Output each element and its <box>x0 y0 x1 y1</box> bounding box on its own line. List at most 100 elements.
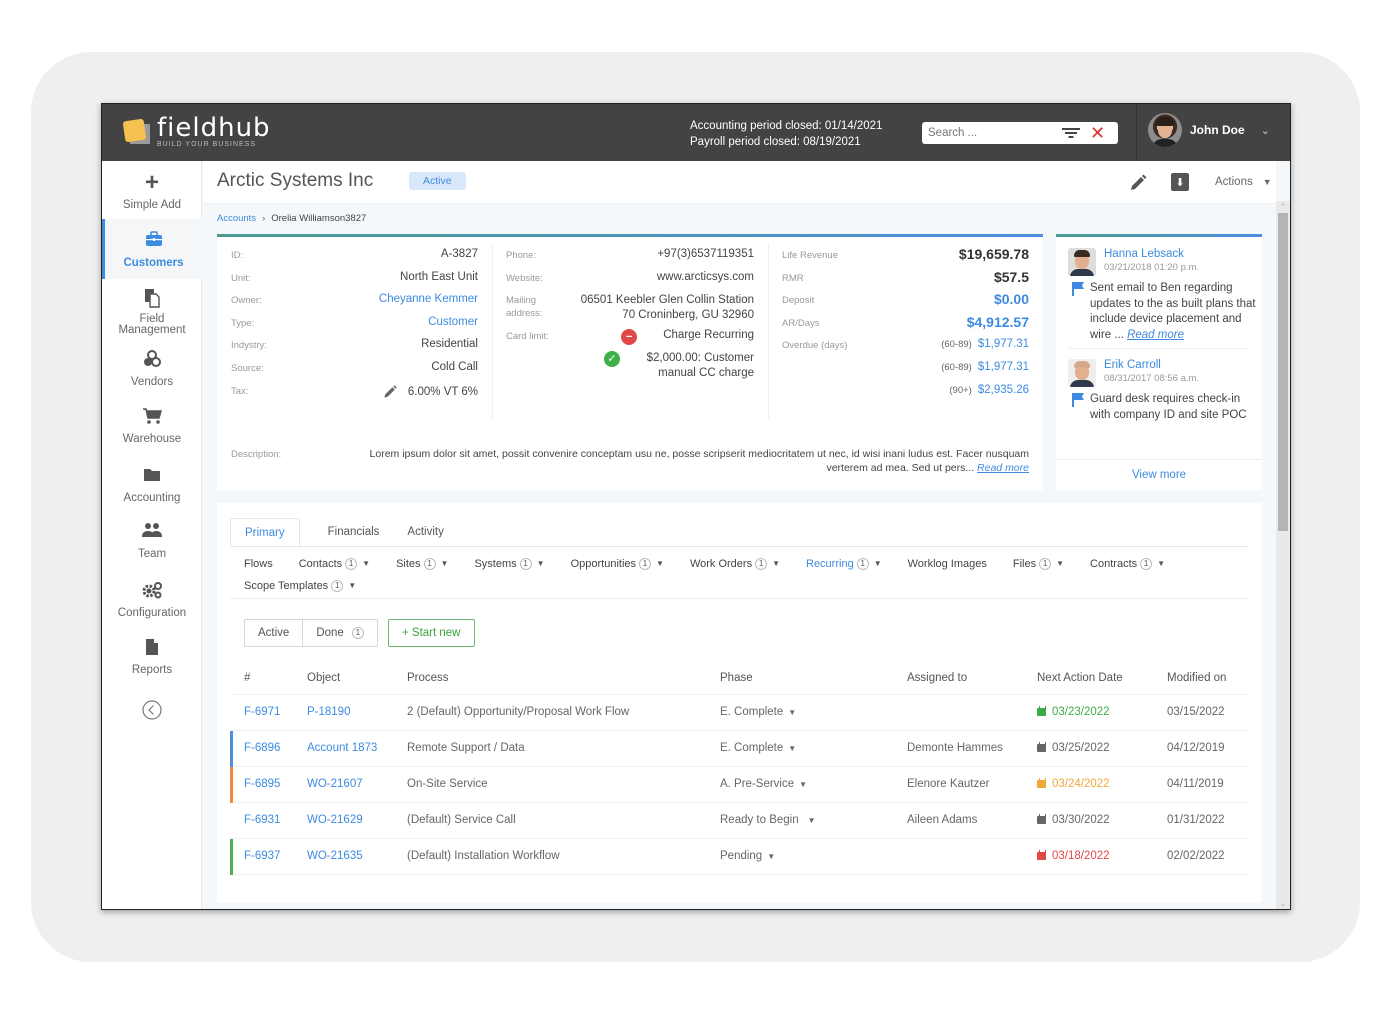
column-header[interactable]: Assigned to <box>907 672 967 684</box>
account-info-card: ID: A-3827 Unit: North East Unit Owner: Che… <box>217 234 1043 490</box>
edit-tax-icon[interactable] <box>382 384 398 400</box>
count-badge: 1 <box>639 558 652 570</box>
subtab-work-orders[interactable]: Work Orders 1 ▼ <box>690 553 780 575</box>
read-more-link[interactable]: Read more <box>1127 329 1184 341</box>
filter-done-button[interactable]: Done 1 <box>303 619 378 647</box>
start-new-button[interactable]: + Start new <box>388 619 475 647</box>
overdue-value[interactable]: (90+) $2,935.26 <box>949 384 1029 396</box>
phase-dropdown[interactable]: E. Complete ▼ <box>720 742 796 754</box>
archive-icon[interactable]: ⬇ <box>1171 173 1189 191</box>
sidebar-item-simple-add[interactable]: + Simple Add <box>102 171 202 217</box>
object-link[interactable]: Account 1873 <box>307 742 377 754</box>
subtab-flows[interactable]: Flows <box>244 553 273 575</box>
column-header[interactable]: Process <box>407 672 449 684</box>
clear-search-icon[interactable]: ✕ <box>1090 124 1105 142</box>
sidebar-item-warehouse[interactable]: Warehouse <box>102 407 202 447</box>
actions-dropdown[interactable]: Actions ▼ <box>1215 176 1272 188</box>
subtab-files[interactable]: Files 1 ▼ <box>1013 553 1064 575</box>
phase-dropdown[interactable]: E. Complete ▼ <box>720 706 796 718</box>
object-link[interactable]: WO-21635 <box>307 850 363 862</box>
scroll-down-icon[interactable]: ⌄ <box>1276 897 1290 909</box>
table-row[interactable]: F-6895 WO-21607 On-Site Service A. Pre-Serv… <box>230 767 1248 803</box>
subtab-sites[interactable]: Sites 1 ▼ <box>396 553 448 575</box>
subtab-contacts[interactable]: Contacts 1 ▼ <box>299 553 370 575</box>
type-link[interactable]: Customer <box>428 316 478 328</box>
column-header[interactable]: Next Action Date <box>1037 672 1123 684</box>
deposit-link[interactable]: $0.00 <box>994 291 1029 307</box>
subtab-recurring[interactable]: Recurring 1 ▼ <box>806 553 882 575</box>
filter-active-button[interactable]: Active <box>244 619 304 647</box>
status-badge: Active <box>409 172 466 190</box>
sidebar-item-reports[interactable]: Reports <box>102 638 202 678</box>
file-icon <box>102 638 202 658</box>
sidebar-item-team[interactable]: Team <box>102 522 202 562</box>
breadcrumb-accounts-link[interactable]: Accounts <box>217 213 256 224</box>
ar-days-link[interactable]: $4,912.57 <box>967 314 1029 330</box>
website-value[interactable]: www.arcticsys.com <box>657 271 754 283</box>
flow-id-link[interactable]: F-6971 <box>244 706 280 718</box>
collapse-sidebar-button[interactable] <box>102 700 202 724</box>
sidebar-item-label: Warehouse <box>122 433 182 445</box>
phase-dropdown[interactable]: A. Pre-Service ▼ <box>720 778 807 790</box>
table-row[interactable]: F-6971 P-18190 2 (Default) Opportunity/Pro… <box>230 695 1248 731</box>
edit-icon[interactable] <box>1128 173 1148 193</box>
flow-id-link[interactable]: F-6895 <box>244 778 280 790</box>
overdue-value[interactable]: (60-89) $1,977.31 <box>941 361 1029 373</box>
object-link[interactable]: P-18190 <box>307 706 350 718</box>
caret-down-icon: ▼ <box>788 708 797 717</box>
user-menu[interactable]: John Doe ⌄ <box>1148 113 1270 147</box>
column-header[interactable]: Phase <box>720 672 753 684</box>
logo[interactable]: fieldhub BUILD YOUR BUSINESS <box>122 115 271 150</box>
overdue-range: (60-89) <box>941 339 972 351</box>
subtab-label: Contacts <box>298 558 343 570</box>
flow-id-link[interactable]: F-6896 <box>244 742 280 754</box>
vertical-scrollbar[interactable]: ⌃ ⌄ <box>1276 201 1290 909</box>
phase-dropdown[interactable]: Ready to Begin ▼ <box>720 814 816 826</box>
object-link[interactable]: WO-21607 <box>307 778 363 790</box>
flow-id-link[interactable]: F-6931 <box>244 814 280 826</box>
search-input[interactable] <box>928 127 1058 139</box>
sidebar-item-field-management[interactable]: Field Management <box>102 288 202 338</box>
card-status-text: Charge Recurring <box>663 329 754 342</box>
flow-id-link[interactable]: F-6937 <box>244 850 280 862</box>
phase-label: A. Pre-Service <box>720 778 795 790</box>
field-mailing-address: Mailing address: 06501 Keebler Glen Coll… <box>506 291 754 327</box>
overdue-value[interactable]: (60-89) $1,977.31 <box>941 338 1029 350</box>
briefcase-icon <box>105 231 202 251</box>
tab-financials[interactable]: Financials <box>300 518 394 546</box>
table-row[interactable]: F-6896 Account 1873 Remote Support / Data E… <box>230 731 1248 767</box>
object-link[interactable]: WO-21629 <box>307 814 363 826</box>
subtab-opportunities[interactable]: Opportunities 1 ▼ <box>571 553 664 575</box>
column-header[interactable]: Modified on <box>1167 672 1226 684</box>
filter-icon[interactable] <box>1062 126 1080 140</box>
column-header[interactable]: Object <box>307 672 340 684</box>
phase-dropdown[interactable]: Pending ▼ <box>720 850 775 862</box>
read-more-link[interactable]: Read more <box>977 462 1029 474</box>
sidebar-item-accounting[interactable]: Accounting <box>102 466 202 506</box>
tab-activity[interactable]: Activity <box>393 518 457 546</box>
tab-primary[interactable]: Primary <box>230 518 300 546</box>
column-header[interactable]: # <box>244 672 250 684</box>
subtab-label: Flows <box>244 558 273 570</box>
sidebar-item-vendors[interactable]: Vendors <box>102 350 202 390</box>
subtab-contracts[interactable]: Contracts 1 ▼ <box>1090 553 1165 575</box>
subtab-systems[interactable]: Systems 1 ▼ <box>474 553 545 575</box>
chevron-down-icon: ⌄ <box>1260 124 1270 137</box>
calendar-icon <box>1037 742 1046 752</box>
sidebar-item-customers[interactable]: Customers <box>102 219 202 279</box>
subtabs: Flows Contacts 1 ▼ Sites 1 ▼ Systems 1 ▼ Oppor… <box>244 553 1234 597</box>
owner-link[interactable]: Cheyanne Kemmer <box>379 293 478 305</box>
workflows-table: # Object Process Phase Assigned to Next … <box>230 662 1248 875</box>
subtab-worklog-images[interactable]: Worklog Images <box>908 553 987 575</box>
view-more-link[interactable]: View more <box>1056 469 1262 481</box>
note-author-link[interactable]: Erik Carroll <box>1104 359 1161 371</box>
row-status-marker <box>230 767 233 803</box>
note-author-link[interactable]: Hanna Lebsack <box>1104 248 1184 260</box>
subtab-scope-templates[interactable]: Scope Templates 1 ▼ <box>244 575 356 597</box>
table-row[interactable]: F-6937 WO-21635 (Default) Installation Wor… <box>230 839 1248 875</box>
scroll-up-icon[interactable]: ⌃ <box>1276 201 1290 213</box>
sidebar-item-configuration[interactable]: Configuration <box>102 581 202 621</box>
process-cell: 2 (Default) Opportunity/Proposal Work Fl… <box>407 706 630 718</box>
scrollbar-thumb[interactable] <box>1278 213 1288 531</box>
table-row[interactable]: F-6931 WO-21629 (Default) Service Call Read… <box>230 803 1248 839</box>
